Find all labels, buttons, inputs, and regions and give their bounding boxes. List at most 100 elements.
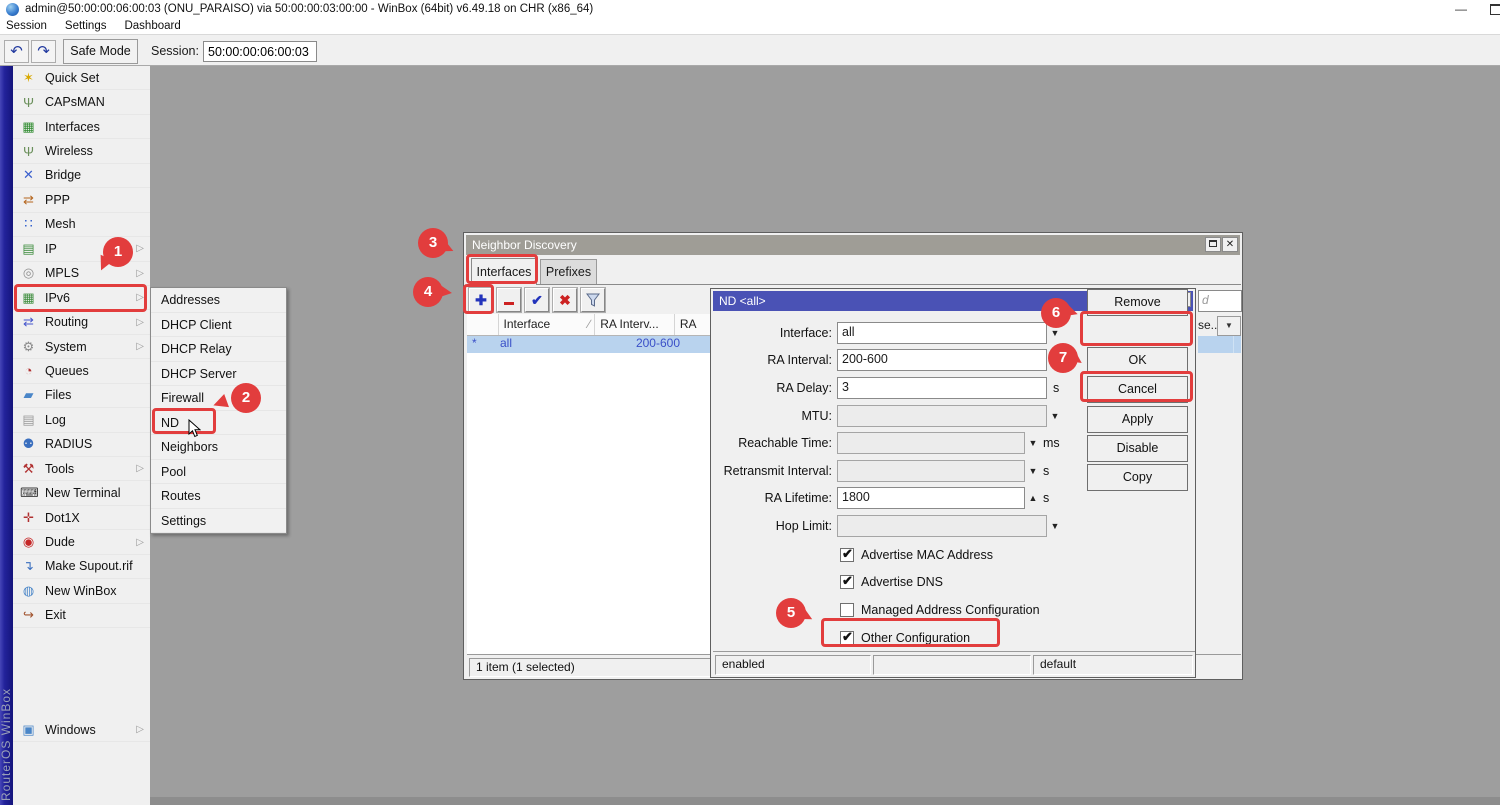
checkbox[interactable]: ✔ [840,603,854,617]
interface-column-header[interactable]: Interface∕ [499,314,596,335]
table-row-partial[interactable] [1198,336,1241,353]
remove-button[interactable]: ▬ [497,288,521,312]
sidebar-item[interactable]: ∷ Mesh ▷ [13,213,150,237]
field-input[interactable] [837,405,1047,427]
submenu-item[interactable]: Addresses [151,288,286,313]
submenu-item[interactable]: DHCP Server [151,362,286,387]
sidebar-item-label: Wireless [45,144,93,158]
sidebar-item[interactable]: ⇄ Routing ▷ [13,310,150,334]
side-banner: RouterOS WinBox [0,66,13,805]
sidebar-item-label: PPP [45,193,70,207]
field-label: Hop Limit: [713,519,837,533]
field-unit: s [1053,381,1059,395]
step-4-badge: 4 [413,277,443,307]
sidebar-item-label: Files [45,388,71,402]
submenu-item[interactable]: Settings [151,509,286,534]
submenu-item[interactable]: Pool [151,460,286,485]
sidebar-item[interactable]: ✶ Quick Set ▷ [13,66,150,90]
tab-divider [467,284,1241,285]
dialog-button[interactable]: Apply [1087,406,1188,433]
submenu-item[interactable]: DHCP Client [151,313,286,338]
redo-icon[interactable]: ↷ [31,40,56,63]
minimize-button[interactable]: — [1452,4,1470,17]
sidebar-item[interactable]: Ψ Wireless ▷ [13,139,150,163]
sidebar-item[interactable]: ▤ Log ▷ [13,408,150,432]
highlight-box-ok [1080,311,1193,346]
sidebar-item[interactable]: ◔ Queues ▷ [13,359,150,383]
disable-button[interactable]: ✖ [553,288,577,312]
sidebar-item[interactable]: ⚒ Tools ▷ [13,457,150,481]
sidebar-item[interactable]: ◉ Dude ▷ [13,530,150,554]
column-header-partial[interactable]: se.. [1198,316,1218,336]
filter-button[interactable] [581,288,605,312]
dialog-button[interactable]: Disable [1087,435,1188,462]
sidebar-item-windows[interactable]: ▣ Windows ▷ [13,718,150,742]
field-input[interactable] [837,460,1025,482]
sidebar-item[interactable]: ⚉ RADIUS ▷ [13,433,150,457]
table-row[interactable]: * all 200-600 [467,336,713,353]
sidebar-item[interactable]: ▰ Files ▷ [13,384,150,408]
menu-settings[interactable]: Settings [65,20,107,34]
funnel-icon [586,293,600,307]
sidebar-item-icon: Ψ [20,95,37,110]
safe-mode-button[interactable]: Safe Mode [63,39,138,64]
dropdown-arrow-icon[interactable]: ▼ [1047,328,1063,338]
ra-column-header[interactable]: RA [675,314,713,335]
sidebar-item[interactable]: ✕ Bridge ▷ [13,164,150,188]
field-input[interactable]: 3 [837,377,1047,399]
sidebar-menu: ✶ Quick Set ▷ Ψ CAPsMAN ▷ ▦ Interfaces ▷… [13,66,150,805]
sidebar-item[interactable]: ⇄ PPP ▷ [13,188,150,212]
column-picker-button[interactable]: ▼ [1217,316,1241,336]
sidebar-item[interactable]: ↪ Exit ▷ [13,604,150,628]
maximize-icon[interactable] [1205,237,1221,252]
close-icon[interactable]: ✕ [1222,237,1238,252]
find-field-partial[interactable]: d [1198,290,1242,312]
field-input[interactable] [837,432,1025,454]
sidebar-item[interactable]: ⚙ System ▷ [13,335,150,359]
sidebar-item[interactable]: ✛ Dot1X ▷ [13,506,150,530]
flag-column-header[interactable] [467,314,499,335]
sidebar-item-icon: ▤ [20,412,37,428]
menu-session[interactable]: Session [6,20,47,34]
enable-button[interactable]: ✔ [525,288,549,312]
session-field[interactable] [203,41,317,62]
dropdown-arrow-icon[interactable]: ▼ [1047,521,1063,531]
undo-icon[interactable]: ↶ [4,40,29,63]
sidebar-item[interactable]: ◎ MPLS ▷ [13,262,150,286]
field-input[interactable]: all [837,322,1047,344]
sidebar-item[interactable]: ▦ Interfaces ▷ [13,115,150,139]
submenu-item[interactable]: DHCP Relay [151,337,286,362]
sidebar-item[interactable]: Ψ CAPsMAN ▷ [13,90,150,114]
ra-interval-column-header[interactable]: RA Interv... [595,314,675,335]
checkbox[interactable]: ✔ [840,575,854,589]
neighbor-discovery-titlebar[interactable]: Neighbor Discovery [466,235,1240,255]
dialog-button[interactable]: OK [1087,347,1188,374]
submenu-item[interactable]: Routes [151,484,286,509]
maximize-button[interactable] [1490,4,1500,15]
dropdown-arrow-icon[interactable]: ▼ [1047,411,1063,421]
field-input[interactable]: 200-600 [837,349,1047,371]
sidebar-item-label: Dot1X [45,511,80,525]
sidebar-item-label: New WinBox [45,584,117,598]
winbox-app-icon [6,3,19,16]
minus-icon: ▬ [504,297,514,308]
sidebar-item[interactable]: ⌨ New Terminal ▷ [13,481,150,505]
sidebar-item-icon: ◎ [20,265,37,281]
dropdown-arrow-icon[interactable]: ▼ [1025,438,1041,448]
menu-dashboard[interactable]: Dashboard [124,20,180,34]
field-input[interactable]: 1800 [837,487,1025,509]
item-count: 1 item (1 selected) [469,658,713,677]
submenu-item[interactable]: Neighbors [151,435,286,460]
sidebar-item[interactable]: ◍ New WinBox ▷ [13,579,150,603]
sidebar-item-label: New Terminal [45,486,121,500]
field-input[interactable] [837,515,1047,537]
submenu-arrow-icon: ▷ [136,724,144,735]
dropdown-arrow-icon[interactable]: ▼ [1025,466,1041,476]
dropdown-arrow-icon[interactable]: ▲ [1025,493,1041,503]
row-ra-interval: 200-600 [602,336,686,353]
tab-prefixes[interactable]: Prefixes [540,259,597,285]
sidebar-item[interactable]: ↴ Make Supout.rif ▷ [13,555,150,579]
dialog-button[interactable]: Copy [1087,464,1188,491]
step-3-badge: 3 [418,228,448,258]
checkbox[interactable]: ✔ [840,548,854,562]
